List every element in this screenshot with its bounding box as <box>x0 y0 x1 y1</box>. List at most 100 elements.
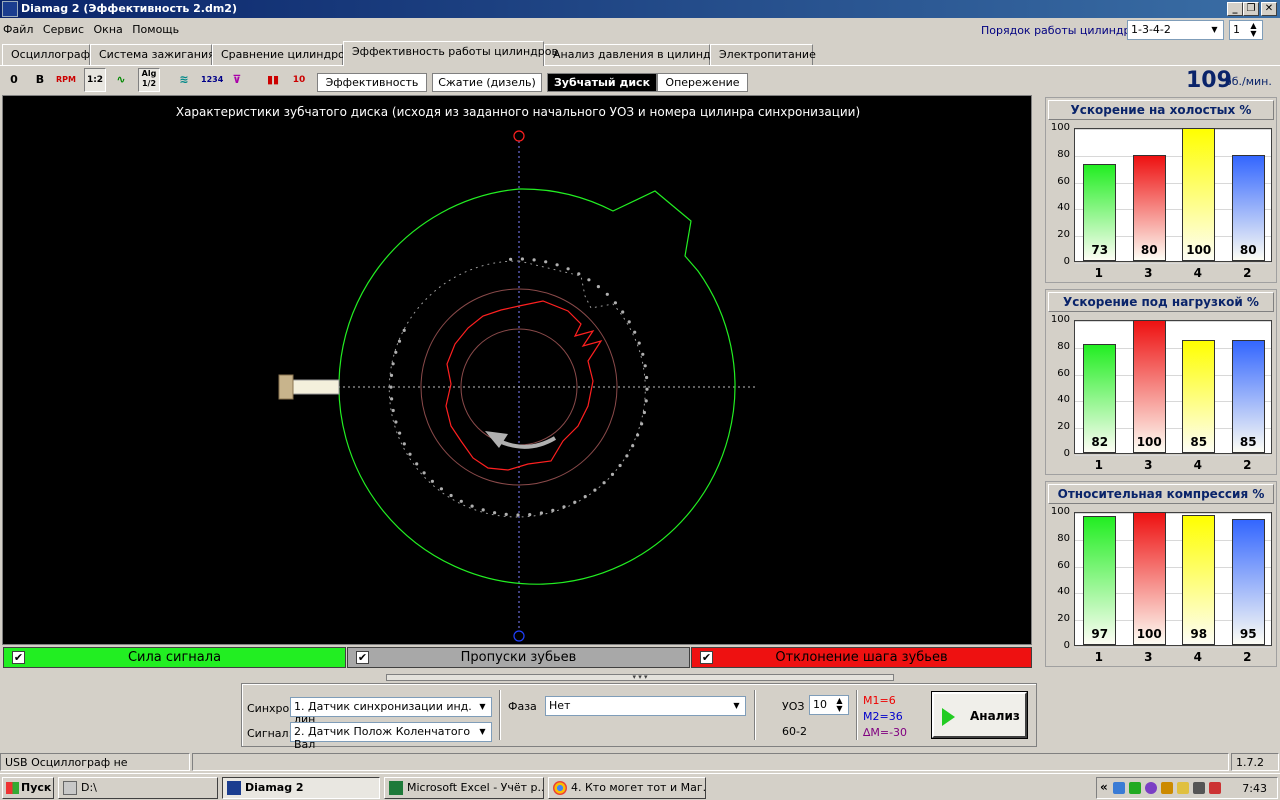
relative-compression-chart: Относительная компрессия % 100 80 60 40 20 0 1 3… <box>1045 481 1277 667</box>
subtab-efficiency[interactable]: Эффективность <box>317 73 427 92</box>
tooth-dot <box>389 385 393 389</box>
volume-muted-icon[interactable] <box>1209 782 1221 794</box>
gridline <box>1075 513 1271 514</box>
menu-bar: Файл Сервис Окна Помощь <box>0 20 700 40</box>
tool-filter-icon[interactable]: ⊽ <box>226 68 248 92</box>
tool-rpm-icon[interactable]: RPM <box>55 68 77 92</box>
tooth-dot <box>602 481 606 485</box>
sync-label: Синхро: <box>247 702 293 715</box>
tooth-dot <box>645 375 649 380</box>
bar-cylinder-3: 100 <box>1132 512 1166 645</box>
tray-app-icon[interactable] <box>1161 782 1173 794</box>
marker-delta: ∆M=-30 <box>863 726 908 739</box>
task-diamag-label: Diamag 2 <box>245 781 304 794</box>
tab-power-supply[interactable]: Электропитание <box>710 44 816 65</box>
load-acceleration-plot-area: 82 100 85 85 <box>1074 320 1272 456</box>
tooth-dot <box>627 320 631 324</box>
status-version: 1.7.2 <box>1231 753 1279 771</box>
tool-ratio-icon[interactable]: 1:2 <box>84 68 106 92</box>
subtab-compression-diesel[interactable]: Сжатие (дизель) <box>432 73 542 92</box>
subtab-advance[interactable]: Опережение <box>657 73 748 92</box>
marker-m2: M2=36 <box>863 710 903 723</box>
chevron-down-icon: ▼ <box>479 727 486 736</box>
y-tick-label: 0 <box>1063 256 1070 267</box>
bar-cylinder-4: 100 <box>1182 128 1216 261</box>
minimize-button[interactable]: _ <box>1227 2 1243 16</box>
bar-cylinder-4: 98 <box>1182 514 1216 645</box>
chevron-down-icon: ▼ <box>1211 25 1218 34</box>
window-title: Diamag 2 (Эффективность 2.dm2) <box>21 2 237 15</box>
menu-windows[interactable]: Окна <box>91 20 126 39</box>
tooth-dot <box>645 387 649 391</box>
tab-cylinder-efficiency[interactable]: Эффективность работы цилиндров <box>343 41 558 66</box>
bar-cylinder-3: 100 <box>1132 320 1166 453</box>
close-button[interactable]: ✕ <box>1261 2 1277 16</box>
tab-pressure-analysis[interactable]: Анализ давления в цилиндре <box>544 44 724 65</box>
cylinder-order-select[interactable]: 1-3-4-2 ▼ <box>1127 20 1224 40</box>
tool-scale-icon[interactable]: 10 <box>288 68 310 92</box>
bar-value-label: 100 <box>1136 435 1162 449</box>
tooth-dot <box>583 495 587 499</box>
tooth-dot <box>390 397 394 401</box>
spin-arrows-icon: ▲ ▼ <box>836 696 843 713</box>
legend-tooth-deviation[interactable]: ✔ Отклонение шага зубьев <box>691 647 1032 668</box>
bottom-marker <box>513 630 525 642</box>
tooth-dot <box>439 487 443 491</box>
start-button[interactable]: Пуск <box>2 777 54 799</box>
viber-icon[interactable] <box>1145 782 1157 794</box>
bar-value-label: 100 <box>1186 243 1212 257</box>
tool-wave-icon[interactable]: ∿ <box>110 68 132 92</box>
uoz-spinner[interactable]: 10 ▲ ▼ <box>809 695 849 715</box>
tray-monitor-icon[interactable] <box>1193 782 1205 794</box>
relative-compression-plot-area: 97 100 98 95 <box>1074 512 1272 648</box>
menu-help[interactable]: Помощь <box>129 20 182 39</box>
tab-cylinder-compare[interactable]: Сравнение цилиндров <box>212 44 351 65</box>
tab-ignition[interactable]: Система зажигания <box>90 44 215 65</box>
sync-cylinder-value: 1 <box>1233 23 1240 36</box>
toothed-disk-diagram <box>278 130 758 642</box>
signal-sensor-select[interactable]: 2. Датчик Полож Коленчатого Вал ▼ <box>290 722 492 751</box>
subtab-toothed-disk[interactable]: Зубчатый диск <box>547 73 657 92</box>
y-tick-label: 20 <box>1057 229 1070 241</box>
sync-cylinder-spinner[interactable]: 1 ▲ ▼ <box>1229 20 1263 40</box>
tool-zero-icon[interactable]: 0 <box>3 68 25 92</box>
tool-bars-icon[interactable]: ▮▮ <box>262 68 284 92</box>
splitter-handle[interactable]: ▾ ▾ ▾ <box>386 674 894 681</box>
tooth-dot <box>398 431 402 435</box>
tool-signal-icon[interactable]: ≋ <box>173 68 195 92</box>
taskbar: Пуск D:\ Diamag 2 Microsoft Excel - Учёт… <box>0 773 1280 800</box>
task-diamag[interactable]: Diamag 2 <box>222 777 380 799</box>
tool-algorithm-icon[interactable]: Alg 1/2 <box>138 68 160 92</box>
y-tick-label: 20 <box>1057 613 1070 625</box>
task-excel-label: Microsoft Excel - Учёт р... <box>407 781 544 794</box>
tooth-dot <box>587 278 591 282</box>
y-tick-label: 80 <box>1057 532 1070 544</box>
tooth-dot <box>402 328 406 332</box>
tray-expand-icon[interactable]: « <box>1100 780 1108 794</box>
signal-strength-icon[interactable] <box>1129 782 1141 794</box>
tool-cylinders-icon[interactable]: 1234 <box>200 68 223 92</box>
x-category-label: 3 <box>1144 458 1153 472</box>
task-chrome[interactable]: 4. Кто могет тот и Маг.... <box>548 777 706 799</box>
network-icon[interactable] <box>1113 782 1125 794</box>
tab-oscilloscope[interactable]: Осциллограф <box>2 44 90 65</box>
task-excel[interactable]: Microsoft Excel - Учёт р... <box>384 777 544 799</box>
load-acceleration-title: Ускорение под нагрузкой % <box>1048 292 1274 312</box>
status-middle <box>192 753 1229 771</box>
menu-service[interactable]: Сервис <box>40 20 87 39</box>
bar-cylinder-2: 85 <box>1231 339 1265 453</box>
legend-signal-strength[interactable]: ✔ Сила сигнала <box>3 647 346 668</box>
tray-folder-icon[interactable] <box>1177 782 1189 794</box>
tool-bold-icon[interactable]: B <box>29 68 51 92</box>
analyze-button[interactable]: Анализ <box>931 691 1028 739</box>
y-tick-label: 100 <box>1050 506 1070 517</box>
menu-file[interactable]: Файл <box>0 20 36 39</box>
restore-button[interactable]: ❐ <box>1243 2 1259 16</box>
task-explorer[interactable]: D:\ <box>58 777 218 799</box>
legend-tooth-gaps[interactable]: ✔ Пропуски зубьев <box>347 647 690 668</box>
legend-tooth-deviation-label: Отклонение шага зубьев <box>775 650 948 665</box>
sync-sensor-select[interactable]: 1. Датчик синхронизации инд. лин ▼ <box>290 697 492 726</box>
phase-select[interactable]: Нет ▼ <box>545 696 746 716</box>
tooth-dot <box>394 420 398 424</box>
tooth-dot <box>596 285 601 289</box>
